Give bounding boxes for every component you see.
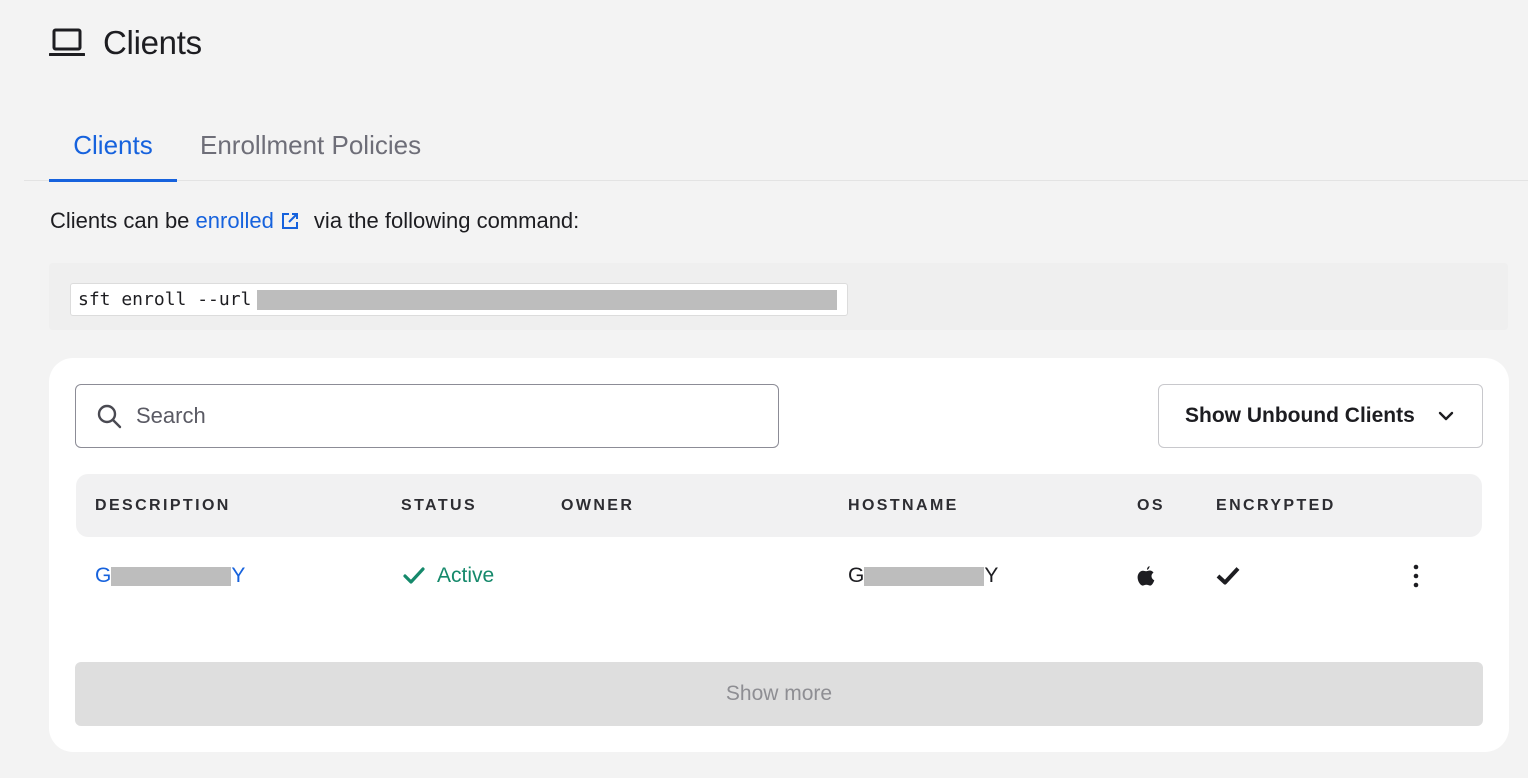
hostname-cell: G Y xyxy=(848,537,998,615)
enroll-instructions: Clients can be enrolled via the followin… xyxy=(50,208,579,234)
encrypted-check-icon xyxy=(1216,567,1240,585)
status-badge: Active xyxy=(437,564,495,587)
row-actions-button[interactable] xyxy=(1413,537,1419,615)
enrolled-link[interactable]: enrolled xyxy=(196,208,308,234)
header-actions-partial xyxy=(1322,0,1442,4)
hostname-start: G xyxy=(848,564,865,587)
tab-clients[interactable]: Clients xyxy=(49,118,177,182)
search-input[interactable] xyxy=(136,403,736,429)
redacted-url xyxy=(257,289,838,310)
tab-bar: Clients Enrollment Policies xyxy=(24,118,1528,182)
tab-enrollment-policies[interactable]: Enrollment Policies xyxy=(200,118,421,180)
column-header-hostname[interactable]: HOSTNAME xyxy=(848,474,959,537)
encrypted-cell xyxy=(1216,537,1240,615)
apple-icon xyxy=(1137,566,1155,586)
table-header: DESCRIPTION STATUS OWNER HOSTNAME OS ENC… xyxy=(76,474,1482,537)
page-title: Clients xyxy=(103,24,202,61)
show-more-button[interactable]: Show more xyxy=(75,662,1483,726)
column-header-encrypted[interactable]: ENCRYPTED xyxy=(1216,474,1336,537)
dropdown-label: Show Unbound Clients xyxy=(1185,404,1415,427)
search-icon xyxy=(97,404,122,429)
chevron-down-icon xyxy=(1438,411,1454,421)
hostname-end: Y xyxy=(984,564,999,587)
column-header-owner[interactable]: OWNER xyxy=(561,474,634,537)
enrolled-link-label: enrolled xyxy=(195,208,274,233)
column-header-description[interactable]: DESCRIPTION xyxy=(95,474,231,537)
more-vertical-icon xyxy=(1413,564,1419,588)
os-cell xyxy=(1136,537,1156,615)
external-link-icon xyxy=(281,213,298,229)
unbound-clients-dropdown[interactable]: Show Unbound Clients xyxy=(1158,384,1483,448)
search-box[interactable] xyxy=(75,384,779,448)
redacted-hostname xyxy=(864,566,985,586)
page-header: Clients xyxy=(49,24,202,62)
status-cell: Active xyxy=(403,537,494,615)
enroll-prefix: Clients can be xyxy=(50,208,196,233)
description-start: G xyxy=(95,564,112,587)
table-row: G Y Active G Y xyxy=(76,537,1482,615)
column-header-os[interactable]: OS xyxy=(1137,474,1165,537)
command-text: sft enroll --url xyxy=(78,289,252,310)
enroll-suffix: via the following command: xyxy=(307,208,580,233)
enroll-command[interactable]: sft enroll --url xyxy=(70,283,848,316)
command-box: sft enroll --url xyxy=(49,263,1508,330)
redacted-description xyxy=(111,566,232,586)
laptop-icon xyxy=(49,27,85,59)
clients-card: Show Unbound Clients DESCRIPTION STATUS … xyxy=(49,358,1509,752)
checkmark-icon xyxy=(403,567,425,584)
column-header-status[interactable]: STATUS xyxy=(401,474,477,537)
description-end: Y xyxy=(231,564,246,587)
client-description-link[interactable]: G Y xyxy=(95,537,245,615)
